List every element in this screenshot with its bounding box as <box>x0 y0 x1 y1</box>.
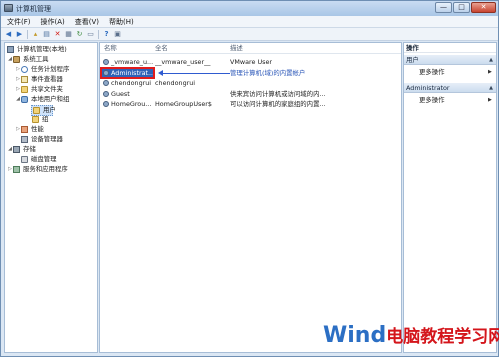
brand-watermark-part1: Wind <box>323 323 387 348</box>
maximize-button[interactable]: □ <box>453 2 470 13</box>
user-fullname: HomeGroupUser$ <box>155 100 212 108</box>
actions-section-label: 用户 <box>406 56 419 64</box>
delete-icon[interactable]: ✕ <box>53 30 62 39</box>
computer-icon <box>7 46 14 53</box>
toolbar-separator <box>98 29 99 39</box>
services-icon <box>13 166 20 173</box>
actions-section-administrator[interactable]: Administrator ▲ <box>404 83 496 93</box>
column-header-fullname[interactable]: 全名 <box>155 43 168 53</box>
tools-icon <box>13 56 20 63</box>
user-name: Administrat... <box>111 69 153 77</box>
disk-icon <box>21 156 28 163</box>
folder-icon <box>32 116 39 123</box>
storage-icon <box>13 146 20 153</box>
actions-title: 操作 <box>404 43 496 53</box>
submenu-arrow-icon: ▶ <box>488 69 492 75</box>
faint-watermark: Windows <box>180 168 299 193</box>
list-header: 名称 全名 描述 <box>100 43 401 54</box>
computer-management-window: 计算机管理 — □ ✕ 文件(F) 操作(A) 查看(V) 帮助(H) ◀ ▶ … <box>0 0 499 357</box>
close-button[interactable]: ✕ <box>471 2 496 13</box>
folder-icon <box>33 107 40 114</box>
column-header-name[interactable]: 名称 <box>104 43 117 53</box>
brand-watermark: Wind电脑教程学习网 <box>323 323 499 349</box>
event-log-icon <box>21 76 28 83</box>
minimize-button[interactable]: — <box>435 2 452 13</box>
list-row-homegroupuser[interactable]: HomeGrou... HomeGroupUser$ 可以访问计算机的家庭组的内… <box>100 99 401 109</box>
user-icon <box>103 80 109 86</box>
menu-help[interactable]: 帮助(H) <box>109 16 134 27</box>
actions-section-users[interactable]: 用户 ▲ <box>404 55 496 65</box>
user-description: 供来宾访问计算机或访问域的内... <box>230 90 326 98</box>
help-icon[interactable]: ? <box>102 30 111 39</box>
back-icon[interactable]: ◀ <box>4 30 13 39</box>
forward-icon[interactable]: ▶ <box>15 30 24 39</box>
collapse-caret-icon[interactable]: ▲ <box>489 55 493 65</box>
user-description: 管理计算机(域)的内置帐户 <box>230 69 306 77</box>
annotation-arrow-line <box>162 73 230 74</box>
user-icon <box>103 59 109 65</box>
toolbar-separator <box>27 29 28 39</box>
export-icon[interactable]: ▭ <box>86 30 95 39</box>
brand-watermark-part2: 电脑教程学习网 <box>386 327 499 347</box>
list-row-guest[interactable]: Guest 供来宾访问计算机或访问域的内... <box>100 89 401 99</box>
menu-action[interactable]: 操作(A) <box>41 16 65 27</box>
user-name: _vmware_u... <box>111 58 153 66</box>
actions-pane: 操作 用户 ▲ 更多操作 ▶ Administrator ▲ 更多操作 ▶ <box>403 42 497 353</box>
window-title: 计算机管理 <box>16 5 51 13</box>
toolbar: ◀ ▶ ▴ ▤ ✕ ▦ ↻ ▭ ? ▣ <box>1 28 498 41</box>
list-row-chendongrui[interactable]: chendongrui chendongrui <box>100 78 401 88</box>
user-name: HomeGrou... <box>111 100 152 108</box>
console-tree: 计算机管理(本地) ◢ 系统工具 ▷ 任务计划程序 ▷ 事件查看器 ▷ 共享文件… <box>4 42 98 353</box>
device-manager-icon <box>21 136 28 143</box>
window-controls: — □ ✕ <box>435 2 496 13</box>
refresh-icon[interactable]: ↻ <box>75 30 84 39</box>
submenu-arrow-icon: ▶ <box>488 97 492 103</box>
collapse-caret-icon[interactable]: ▲ <box>489 83 493 93</box>
properties-icon[interactable]: ▦ <box>64 30 73 39</box>
menu-bar: 文件(F) 操作(A) 查看(V) 帮助(H) <box>1 16 498 28</box>
menu-view[interactable]: 查看(V) <box>75 16 99 27</box>
more-actions-users[interactable]: 更多操作 <box>419 67 445 77</box>
users-groups-icon <box>21 96 28 103</box>
user-fullname: __vmware_user__ <box>155 58 211 66</box>
user-fullname: chendongrui <box>155 79 196 87</box>
annotation-arrow-icon <box>158 70 163 76</box>
show-tree-icon[interactable]: ▤ <box>42 30 51 39</box>
column-header-description[interactable]: 描述 <box>230 43 243 53</box>
user-icon <box>103 101 109 107</box>
clock-icon <box>21 66 28 73</box>
performance-icon <box>21 126 28 133</box>
title-bar[interactable]: 计算机管理 — □ ✕ <box>1 1 498 17</box>
computer-management-icon <box>4 4 13 12</box>
list-row-vmware-user[interactable]: _vmware_u... __vmware_user__ VMware User <box>100 57 401 67</box>
actions-section-label: Administrator <box>406 84 450 92</box>
list-row-administrator[interactable]: Administrat... 管理计算机(域)的内置帐户 <box>100 67 401 79</box>
more-actions-administrator[interactable]: 更多操作 <box>419 95 445 105</box>
user-name: Guest <box>111 90 130 98</box>
user-description: 可以访问计算机的家庭组的内置... <box>230 100 326 108</box>
console-icon[interactable]: ▣ <box>113 30 122 39</box>
up-icon[interactable]: ▴ <box>31 30 40 39</box>
user-name: chendongrui <box>111 79 152 87</box>
user-description: VMware User <box>230 58 273 66</box>
user-icon <box>103 91 109 97</box>
menu-file[interactable]: 文件(F) <box>7 16 31 27</box>
shared-folder-icon <box>21 86 28 93</box>
users-list: 名称 全名 描述 _vmware_u... __vmware_user__ VM… <box>99 42 402 353</box>
user-icon <box>103 70 109 76</box>
